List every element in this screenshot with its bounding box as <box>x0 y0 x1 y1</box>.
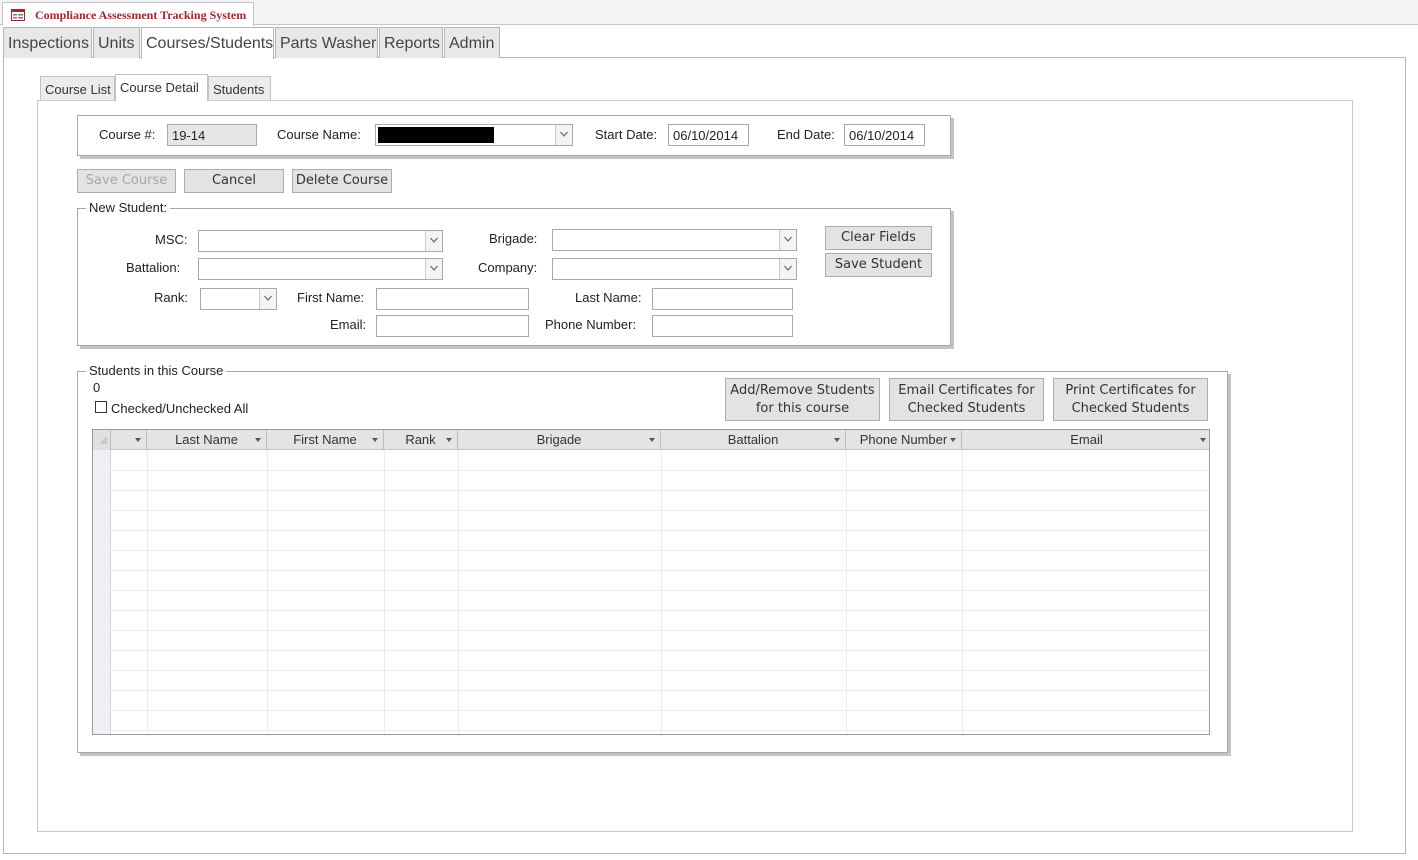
battalion-dropdown-button[interactable] <box>425 259 442 279</box>
brigade-label: Brigade: <box>489 231 538 246</box>
msc-dropdown-button[interactable] <box>425 231 442 251</box>
last-name-field[interactable] <box>652 288 793 310</box>
end-date-field[interactable]: 06/10/2014 <box>844 124 925 146</box>
column-gridline <box>661 450 662 734</box>
sort-arrow-icon <box>834 438 840 442</box>
column-header-checked[interactable] <box>111 430 147 450</box>
column-header-label: Brigade <box>536 432 582 447</box>
course-number-label: Course #: <box>99 127 156 142</box>
column-header-label: Phone Number <box>859 432 948 447</box>
tab-parts-washer[interactable]: Parts Washer <box>275 27 378 58</box>
record-selector-column[interactable] <box>93 450 111 734</box>
column-gridline <box>384 450 385 734</box>
tab-students[interactable]: Students <box>208 76 271 100</box>
column-header-label: Email <box>1070 432 1103 447</box>
clear-fields-button[interactable]: Clear Fields <box>825 226 932 250</box>
battalion-label: Battalion: <box>126 260 181 275</box>
column-header-email[interactable]: Email <box>962 430 1209 450</box>
column-header-label: Last Name <box>175 432 238 447</box>
first-name-field[interactable] <box>376 288 529 310</box>
brigade-dropdown-button[interactable] <box>779 230 796 250</box>
print-certificates-button[interactable]: Print Certificates for Checked Students <box>1053 378 1208 421</box>
student-count: 0 <box>93 380 101 395</box>
column-header-label: Battalion <box>727 432 779 447</box>
last-name-label: Last Name: <box>575 290 642 305</box>
chevron-down-icon <box>784 265 792 271</box>
chevron-down-icon <box>264 295 272 301</box>
sort-arrow-icon <box>1200 438 1206 442</box>
email-label: Email: <box>330 317 367 332</box>
battalion-select[interactable] <box>198 258 443 280</box>
phone-number-field[interactable] <box>652 315 793 337</box>
column-gridline <box>962 450 963 734</box>
tab-course-detail[interactable]: Course Detail <box>115 74 208 101</box>
sort-arrow-icon <box>649 438 655 442</box>
rank-label: Rank: <box>154 290 188 305</box>
msc-label: MSC: <box>155 232 188 247</box>
course-name-redacted <box>378 127 494 143</box>
column-gridline <box>458 450 459 734</box>
column-gridline <box>846 450 847 734</box>
tab-course-list[interactable]: Course List <box>40 76 115 100</box>
form-icon <box>11 9 25 21</box>
chevron-down-icon <box>560 131 568 137</box>
column-header-first-name[interactable]: First Name <box>267 430 384 450</box>
sort-arrow-icon <box>372 438 378 442</box>
chevron-down-icon <box>784 236 792 242</box>
sort-arrow-icon <box>950 438 956 442</box>
column-header-phone-number[interactable]: Phone Number <box>846 430 962 450</box>
first-name-label: First Name: <box>297 290 365 305</box>
students-in-course-legend: Students in this Course <box>86 363 227 378</box>
column-header-rank[interactable]: Rank <box>384 430 458 450</box>
end-date-label: End Date: <box>777 127 835 142</box>
column-gridline <box>267 450 268 734</box>
sort-arrow-icon <box>446 438 452 442</box>
email-certificates-button[interactable]: Email Certificates for Checked Students <box>889 378 1044 421</box>
tab-courses-students[interactable]: Courses/Students <box>141 27 274 59</box>
course-name-label: Course Name: <box>277 127 361 142</box>
column-header-brigade[interactable]: Brigade <box>458 430 661 450</box>
check-all-checkbox[interactable] <box>95 401 107 413</box>
app-title: Compliance Assessment Tracking System <box>35 8 247 22</box>
add-remove-students-button[interactable]: Add/Remove Students for this course <box>725 378 880 421</box>
company-label: Company: <box>478 260 538 275</box>
column-header-last-name[interactable]: Last Name <box>147 430 267 450</box>
new-student-legend: New Student: <box>86 200 171 215</box>
document-tab[interactable]: Compliance Assessment Tracking System <box>2 2 254 26</box>
column-header-battalion[interactable]: Battalion <box>661 430 846 450</box>
phone-number-label: Phone Number: <box>545 317 637 332</box>
delete-course-button[interactable]: Delete Course <box>292 169 392 193</box>
rank-dropdown-button[interactable] <box>259 289 276 309</box>
course-name-dropdown-button[interactable] <box>555 125 572 145</box>
company-select[interactable] <box>552 258 797 280</box>
chevron-down-icon <box>430 237 438 243</box>
column-header-label: Rank <box>405 432 436 447</box>
start-date-field[interactable]: 06/10/2014 <box>668 124 749 146</box>
select-all-corner[interactable] <box>93 430 111 450</box>
corner-triangle-icon <box>99 436 107 444</box>
company-dropdown-button[interactable] <box>779 259 796 279</box>
tab-reports[interactable]: Reports <box>379 27 443 58</box>
rank-select[interactable] <box>200 288 277 310</box>
sort-arrow-icon <box>135 438 141 442</box>
save-course-button[interactable]: Save Course <box>77 169 176 193</box>
chevron-down-icon <box>430 265 438 271</box>
brigade-select[interactable] <box>552 229 797 251</box>
start-date-label: Start Date: <box>595 127 658 142</box>
tab-admin[interactable]: Admin <box>444 27 500 58</box>
course-number-field[interactable]: 19-14 <box>167 124 257 146</box>
email-field[interactable] <box>376 315 529 337</box>
course-name-select[interactable] <box>375 124 573 146</box>
tab-units[interactable]: Units <box>93 27 140 58</box>
column-header-label: First Name <box>293 432 357 447</box>
column-gridline <box>147 450 148 734</box>
cancel-button[interactable]: Cancel <box>184 169 284 193</box>
datasheet-header: Last Name First Name Rank Brigade Battal… <box>93 430 1209 450</box>
save-student-button[interactable]: Save Student <box>825 253 932 277</box>
tab-inspections[interactable]: Inspections <box>3 27 92 58</box>
students-datasheet[interactable]: Last Name First Name Rank Brigade Battal… <box>92 429 1210 735</box>
check-all-label: Checked/Unchecked All <box>111 401 249 416</box>
sort-arrow-icon <box>255 438 261 442</box>
msc-select[interactable] <box>198 230 443 252</box>
